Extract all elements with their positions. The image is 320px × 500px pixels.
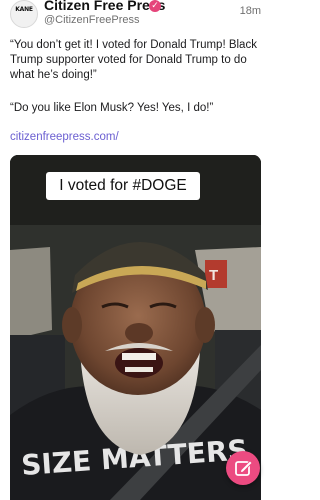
post-text-paragraph-2: “Do you like Elon Musk? Yes! Yes, I do!” (10, 102, 214, 114)
post-link[interactable]: citizenfreepress.com/ (10, 131, 119, 143)
video-frame-illustration: T SIZE MATTERS (10, 155, 261, 500)
compose-icon (235, 460, 253, 476)
post-header: KANE Citizen Free Press ✓ @CitizenFreePr… (0, 0, 271, 34)
verified-badge-icon: ✓ (149, 0, 161, 12)
display-name[interactable]: Citizen Free Press (44, 0, 165, 13)
post-text-paragraph-1: “You don’t get it! I voted for Donald Tr… (10, 39, 257, 81)
avatar[interactable]: KANE (10, 0, 38, 28)
post-timestamp: 18m (239, 5, 261, 17)
video-caption: I voted for #DOGE (46, 172, 200, 200)
user-handle[interactable]: @CitizenFreePress (44, 14, 140, 26)
avatar-logo-text: KANE (15, 6, 33, 13)
compose-button[interactable] (226, 451, 260, 485)
video-thumbnail[interactable]: T SIZE MATTERS (10, 155, 261, 500)
sign-text: T (209, 267, 218, 284)
